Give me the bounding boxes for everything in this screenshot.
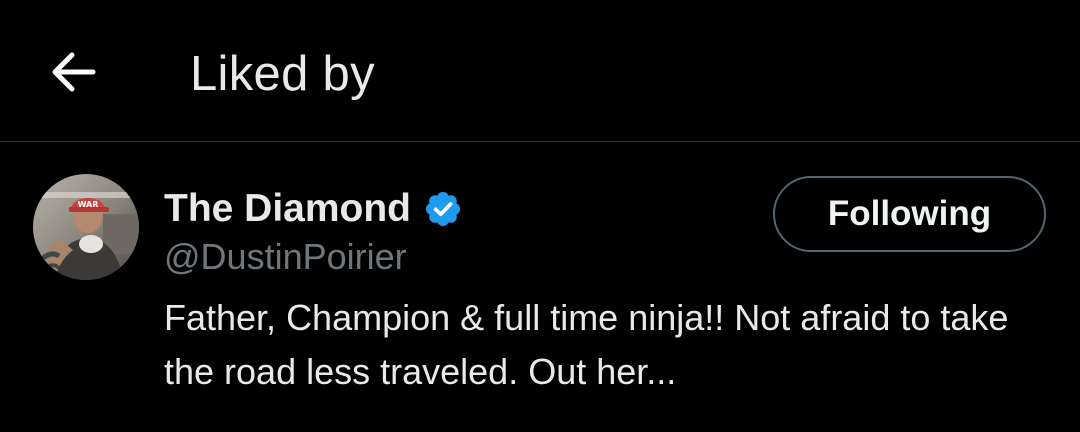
back-button[interactable] xyxy=(44,42,104,102)
user-list-item[interactable]: WAR The Diamond @DustinPoirier Father, C… xyxy=(0,143,1080,432)
avatar-cap-text: WAR xyxy=(78,200,99,209)
arrow-left-icon xyxy=(51,52,97,92)
display-name[interactable]: The Diamond xyxy=(164,187,411,231)
user-bio: Father, Champion & full time ninja!! Not… xyxy=(164,297,1009,392)
user-handle[interactable]: @DustinPoirier xyxy=(164,236,407,278)
name-line: The Diamond xyxy=(164,179,463,239)
avatar[interactable]: WAR xyxy=(33,174,139,280)
page-title: Liked by xyxy=(190,47,375,101)
following-button[interactable]: Following xyxy=(773,176,1046,252)
top-app-bar: Liked by xyxy=(0,0,1080,142)
verified-badge-icon xyxy=(423,189,463,229)
